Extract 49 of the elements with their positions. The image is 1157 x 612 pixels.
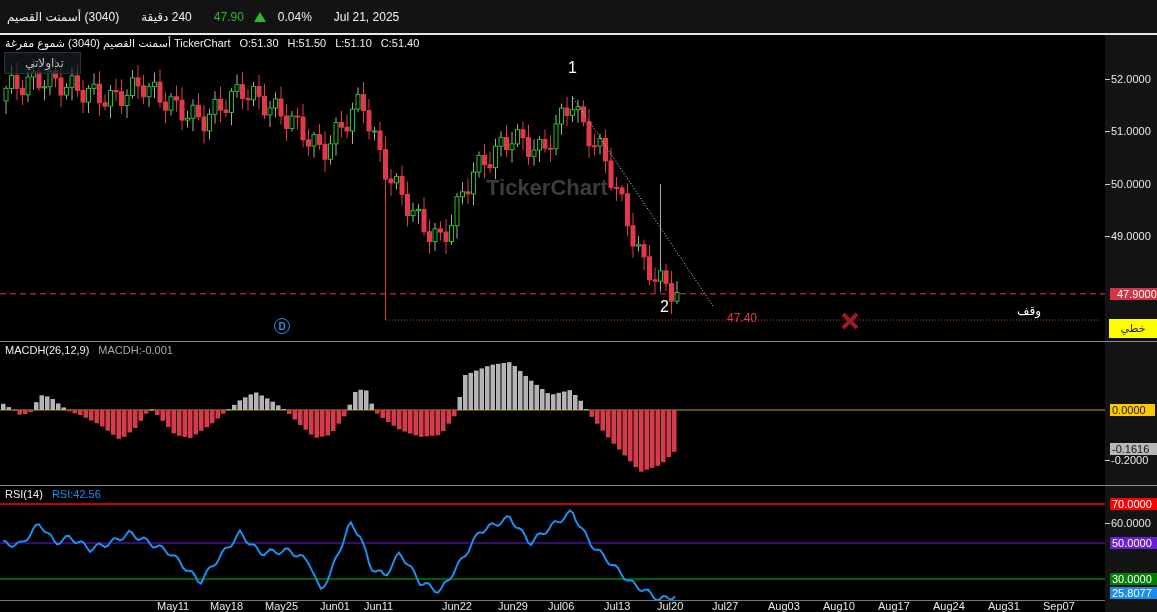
date-tick: Jun01 [320,601,350,612]
date-tick: Aug24 [933,601,965,612]
price-tick: 50.0000 [1111,177,1151,190]
macd-tick: -0.2000 [1111,454,1149,466]
date-tick: Jul06 [548,601,575,612]
ohlc-value: H:51.50 [287,37,327,50]
date-tick: Jun22 [442,601,472,612]
date-tick: Jul27 [712,601,739,612]
date-tick: Aug03 [768,601,800,612]
last-value-badge: 25.8077 [1110,587,1157,599]
price-tick: 52.0000 [1111,73,1151,85]
ohlc-value: O:51.30 [239,37,279,50]
indicator-value: RSI:42.56 [51,488,101,500]
date-tick: Aug10 [823,601,855,612]
date-label: Jul 21, 2025 [333,9,400,24]
scale-button[interactable]: خطي [1109,319,1157,338]
stop-label: وقف [1017,304,1041,318]
date-tick: Jul20 [657,601,684,612]
indicator-title: RSI(14) [5,488,43,500]
ohlc-value: C:51.40 [380,37,420,50]
price-tick: 49.0000 [1111,230,1151,243]
last-value-badge: -0.1616 [1110,443,1157,455]
chart-title: TickerChart أسمنت القصيم (3040) شموع مفرغة [5,37,231,50]
last-price: 47.90 [213,9,244,24]
date-tick: Jun11 [364,601,394,612]
date-tick: Jun29 [498,601,528,612]
date-tick: May18 [210,601,244,612]
date-tick: May11 [157,601,190,612]
indicator-value: MACDH:-0.001 [98,344,173,356]
chart-watermark: TickerChart [486,175,608,201]
price-tick: 51.0000 [1111,125,1151,138]
date-tick: Aug17 [878,601,910,612]
level-badge: 30.0000 [1110,573,1157,585]
stop-price-label: 47.40 [727,311,758,325]
wave-label: 2 [660,298,669,316]
date-tick: May25 [265,601,299,612]
rsi-tick: 60.0000 [1111,517,1151,529]
date-tick: Jul13 [604,601,631,612]
level-badge: 70.0000 [1110,498,1157,510]
last-price-badge: 47.9000 [1110,287,1157,300]
level-badge: 50.0000 [1110,537,1157,549]
zero-badge: 0.0000 [1110,404,1155,416]
date-tick: Aug31 [988,601,1020,612]
indicator-title: MACDH(26,12,9) [5,344,90,356]
date-tick: Sep07 [1043,601,1075,612]
ohlc-value: L:51.10 [335,37,372,50]
portfolio-button[interactable]: تداولاتي [4,52,81,74]
change-percent: 0.04% [277,9,312,24]
wave-label: 1 [568,59,577,77]
